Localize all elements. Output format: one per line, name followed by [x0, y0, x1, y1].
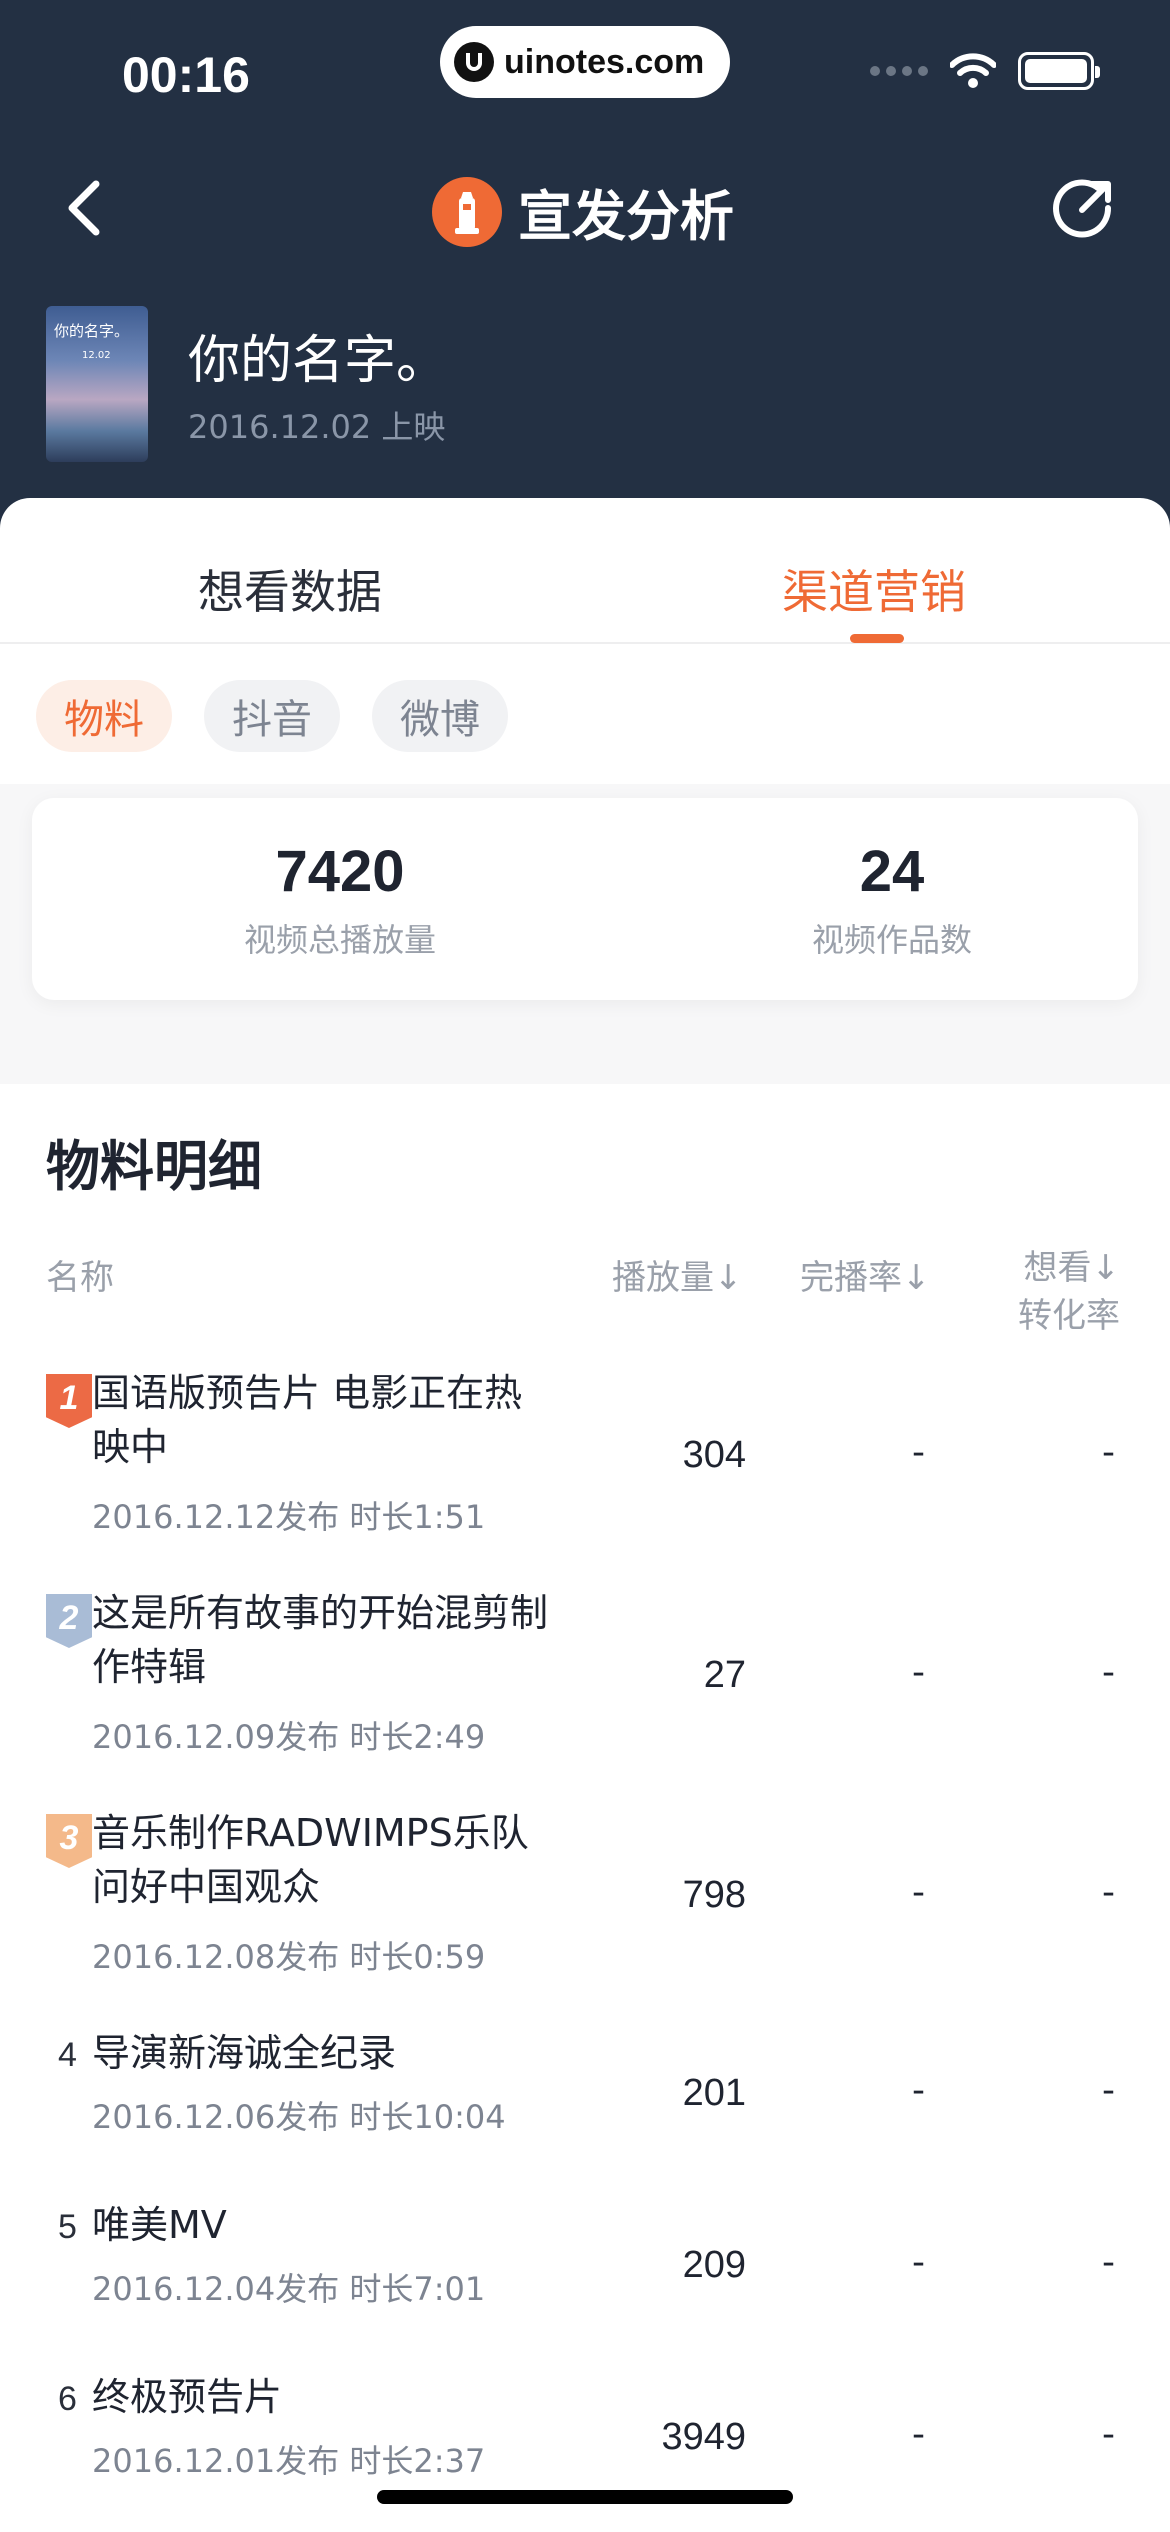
site-logo-icon — [454, 42, 494, 82]
column-header-plays[interactable]: 播放量↓ — [612, 1250, 743, 1299]
row-completion: - — [912, 1652, 925, 1693]
row-plays: 201 — [682, 2072, 746, 2114]
column-header-want-conversion[interactable]: 想看↓ 转化率 — [990, 1244, 1120, 1340]
url-pill[interactable]: uinotes.com — [440, 26, 730, 98]
row-completion: - — [912, 2414, 925, 2455]
back-icon[interactable] — [60, 178, 110, 238]
stat-total-plays: 7420 视频总播放量 — [140, 838, 540, 961]
wifi-icon — [950, 53, 996, 88]
row-want-conversion: - — [1102, 2070, 1115, 2111]
row-plays: 209 — [682, 2244, 746, 2286]
active-tab-indicator — [850, 634, 904, 643]
section-title: 物料明细 — [46, 1135, 262, 1198]
row-want-conversion: - — [1102, 2414, 1115, 2455]
chip-douyin[interactable]: 抖音 — [204, 680, 340, 752]
rank-badge: 1 — [46, 1374, 92, 1428]
row-meta: 2016.12.08发布 时长0:59 — [92, 1938, 486, 1976]
rank-badge: 2 — [46, 1594, 92, 1648]
row-want-conversion: - — [1102, 1872, 1115, 1913]
row-plays: 27 — [703, 1654, 746, 1696]
lighthouse-icon — [432, 176, 502, 247]
stat-value: 7420 — [275, 839, 405, 904]
status-indicators — [870, 52, 1100, 90]
row-meta: 2016.12.01发布 时长2:37 — [92, 2442, 486, 2480]
rank-number: 5 — [58, 2208, 77, 2246]
tab-channel-marketing[interactable]: 渠道营销 — [782, 556, 966, 622]
row-completion: - — [912, 2070, 925, 2111]
row-meta: 2016.12.06发布 时长10:04 — [92, 2098, 506, 2136]
battery-icon — [1018, 52, 1100, 90]
signal-icon — [870, 66, 928, 76]
home-indicator[interactable] — [377, 2490, 793, 2504]
row-plays: 798 — [682, 1874, 746, 1916]
poster-date: 12.02 — [82, 350, 111, 361]
url-text: uinotes.com — [504, 42, 705, 81]
share-icon[interactable] — [1052, 176, 1116, 240]
movie-release-date: 2016.12.02 上映 — [188, 408, 446, 446]
movie-poster[interactable]: 你的名字。 12.02 — [46, 306, 148, 462]
row-meta: 2016.12.09发布 时长2:49 — [92, 1718, 486, 1756]
row-want-conversion: - — [1102, 2242, 1115, 2283]
content-card: 想看数据 渠道营销 物料 抖音 微博 7420 视频总播放量 24 视频作品数 … — [0, 498, 1170, 2532]
stat-video-count: 24 视频作品数 — [692, 838, 1092, 961]
row-title: 唯美MV — [92, 2203, 227, 2247]
rank-badge: 3 — [46, 1814, 92, 1868]
stats-area: 7420 视频总播放量 24 视频作品数 — [0, 784, 1170, 1084]
column-header-want-line1: 想看↓ — [1023, 1248, 1121, 1288]
rank-number: 4 — [58, 2036, 77, 2074]
stat-label: 视频总播放量 — [243, 921, 436, 959]
status-time: 00:16 — [122, 47, 250, 103]
row-want-conversion: - — [1102, 1652, 1115, 1693]
materials-detail: 物料明细 名称 播放量↓ 完播率↓ 想看↓ 转化率 1 国语版预告片 电影正在热… — [0, 1084, 1170, 2532]
nav-title: 宣发分析 — [432, 172, 734, 251]
row-meta: 2016.12.04发布 时长7:01 — [92, 2270, 486, 2308]
row-plays: 3949 — [661, 2416, 746, 2458]
movie-title: 你的名字。 — [188, 331, 449, 391]
row-meta: 2016.12.12发布 时长1:51 — [92, 1498, 486, 1536]
row-completion: - — [912, 1872, 925, 1913]
row-title: 音乐制作RADWIMPS乐队问好中国观众 — [92, 1811, 529, 1909]
row-want-conversion: - — [1102, 1432, 1115, 1473]
row-plays: 304 — [682, 1434, 746, 1476]
rank-number: 6 — [58, 2380, 77, 2418]
stat-label: 视频作品数 — [811, 921, 972, 959]
filter-chips: 物料 抖音 微博 — [36, 680, 508, 752]
header: 00:16 uinotes.com 宣发分析 你的名字。 12.02 你的名字。… — [0, 0, 1170, 560]
page-title: 宣发分析 — [518, 185, 734, 248]
stat-value: 24 — [859, 839, 925, 904]
chip-weibo[interactable]: 微博 — [372, 680, 508, 752]
row-title: 终极预告片 — [92, 2375, 283, 2419]
column-header-want-line2: 转化率 — [1018, 1296, 1120, 1336]
column-header-name: 名称 — [46, 1258, 114, 1298]
row-completion: - — [912, 1432, 925, 1473]
stats-card: 7420 视频总播放量 24 视频作品数 — [32, 798, 1138, 1000]
column-header-completion[interactable]: 完播率↓ — [800, 1250, 931, 1299]
row-completion: - — [912, 2242, 925, 2283]
row-title: 国语版预告片 电影正在热映中 — [92, 1371, 523, 1469]
tab-bar: 想看数据 渠道营销 — [0, 498, 1170, 644]
tab-want-data[interactable]: 想看数据 — [198, 556, 382, 622]
chip-materials[interactable]: 物料 — [36, 680, 172, 752]
poster-title: 你的名字。 — [54, 322, 130, 340]
row-title: 导演新海诚全纪录 — [92, 2031, 397, 2075]
row-title: 这是所有故事的开始混剪制作特辑 — [92, 1591, 549, 1689]
